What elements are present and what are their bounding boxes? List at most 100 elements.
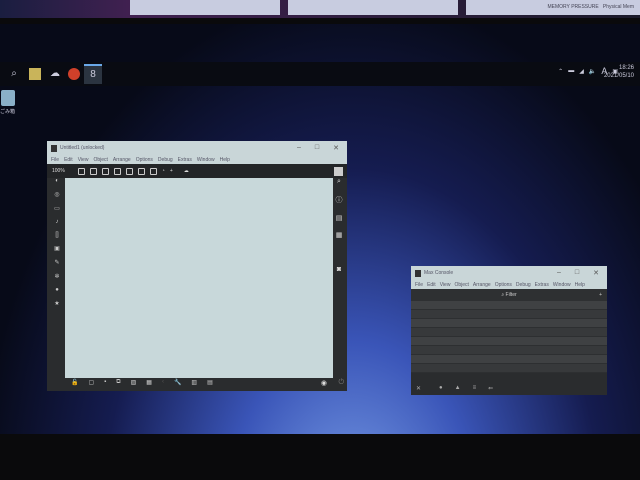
menu-object[interactable]: Object (93, 157, 107, 163)
menu-object[interactable]: Object (454, 282, 468, 288)
layers-icon[interactable]: ▨ (131, 379, 137, 386)
back-icon[interactable]: ‹ (162, 379, 164, 385)
file-explorer-icon[interactable] (29, 68, 41, 80)
menu-view[interactable]: View (78, 157, 89, 163)
console-row (411, 337, 607, 346)
number-icon[interactable] (137, 167, 145, 175)
menu-file[interactable]: File (51, 157, 59, 163)
patcher-titlebar[interactable]: Untitled1 (unlocked) – □ ✕ (47, 141, 347, 155)
package-icon[interactable]: ▣ (54, 245, 60, 252)
patcher-options-icon[interactable] (334, 166, 343, 176)
date: 2021/05/10 (603, 73, 634, 79)
max-icon[interactable]: 8 (84, 64, 102, 84)
menu-file[interactable]: File (415, 282, 423, 288)
add-icon[interactable]: + (599, 292, 602, 298)
maximize-button[interactable]: □ (315, 144, 319, 152)
wrench-icon[interactable]: 🔧 (174, 379, 181, 386)
clear-icon[interactable]: ✕ (416, 385, 421, 392)
bottom-toolbar: 🔓 ▢ ▪ ⧉ ▨ ▦ ‹ 🔧 ▥ ▤ (71, 375, 213, 389)
piano-icon[interactable]: ▥ (191, 379, 197, 386)
menu-help[interactable]: Help (220, 157, 230, 163)
zoom-level[interactable]: 100% (52, 168, 65, 174)
minimize-button[interactable]: – (297, 144, 301, 152)
volume-icon[interactable]: 🔈 (589, 68, 596, 75)
menu-edit[interactable]: Edit (64, 157, 73, 163)
clock-icon[interactable]: ● (55, 287, 59, 293)
menu-arrange[interactable]: Arrange (473, 282, 491, 288)
grid-icon[interactable]: ▦ (336, 231, 343, 239)
cloud-icon[interactable]: ☁ (184, 168, 189, 174)
console-titlebar[interactable]: Max Console – □ ✕ (411, 266, 607, 280)
patcher-canvas[interactable] (65, 178, 333, 378)
console-row (411, 328, 607, 337)
toggle-icon[interactable] (125, 167, 133, 175)
menu-help[interactable]: Help (575, 282, 585, 288)
menu-window[interactable]: Window (553, 282, 571, 288)
lock-icon[interactable]: ◐ (55, 178, 59, 184)
window-title: Untitled1 (unlocked) (60, 145, 105, 151)
filter-input[interactable]: ⌕ Filter + (411, 289, 607, 301)
menu-view[interactable]: View (440, 282, 451, 288)
dial-icon[interactable]: ◔ (162, 168, 165, 174)
maximize-button[interactable]: □ (575, 269, 579, 277)
presentation-icon[interactable]: ▢ (88, 379, 94, 386)
grid-icon[interactable]: ▦ (146, 379, 152, 386)
menu-debug[interactable]: Debug (158, 157, 173, 163)
clock[interactable]: 18:26 2021/05/10 (604, 64, 634, 80)
comment-icon[interactable]: ▪ (104, 379, 106, 385)
button-icon[interactable] (113, 167, 121, 175)
paperclip-icon[interactable]: ✎ (54, 259, 59, 266)
folder-icon[interactable]: ▬ (568, 68, 574, 74)
menu-edit[interactable]: Edit (427, 282, 436, 288)
power-icon[interactable]: ⏻ (338, 379, 344, 387)
slider-icon[interactable] (149, 167, 157, 175)
max-console-window: Max Console – □ ✕ File Edit View Object Arrang… (411, 266, 607, 395)
max-logo-icon (51, 144, 57, 152)
close-button[interactable]: ✕ (333, 144, 339, 152)
time: 18:26 (618, 65, 634, 71)
comment-icon[interactable] (101, 167, 109, 175)
close-button[interactable]: ✕ (593, 269, 599, 277)
recycle-bin-label: ごみ箱 (0, 109, 16, 115)
new-object-icon[interactable] (77, 167, 85, 175)
audio-on-icon[interactable]: ◉ (321, 379, 327, 387)
bg-window (288, 0, 458, 15)
camera-icon[interactable]: ◙ (337, 266, 341, 273)
windows-icon[interactable]: ⧉ (116, 379, 120, 386)
search-icon[interactable]: ⌕ (8, 68, 20, 80)
filter-placeholder: Filter (505, 292, 517, 298)
target-icon[interactable]: ◎ (54, 191, 59, 198)
rect-icon[interactable]: ▭ (54, 205, 60, 212)
firefox-icon[interactable] (68, 68, 80, 80)
bracket-icon[interactable]: [] (55, 232, 58, 238)
list-icon[interactable]: ▤ (336, 214, 343, 222)
error-icon[interactable]: ● (439, 385, 443, 391)
arrow-icon[interactable]: ⇐ (488, 385, 493, 392)
mixer-icon[interactable]: ▤ (207, 379, 213, 386)
minimize-button[interactable]: – (557, 269, 561, 277)
add-icon[interactable]: + (170, 168, 173, 174)
gear-icon[interactable]: ✲ (54, 273, 59, 280)
message-icon[interactable] (89, 167, 97, 175)
recycle-bin-icon[interactable] (1, 90, 15, 106)
wifi-icon[interactable]: ◢ (579, 68, 584, 75)
network-icon[interactable]: ☁ (49, 68, 61, 80)
console-row (411, 346, 607, 355)
star-icon[interactable]: ★ (54, 300, 59, 307)
menu-options[interactable]: Options (136, 157, 153, 163)
menu-window[interactable]: Window (197, 157, 215, 163)
menu-arrange[interactable]: Arrange (113, 157, 131, 163)
menu-extras[interactable]: Extras (178, 157, 192, 163)
lock-toggle-icon[interactable]: 🔓 (71, 379, 78, 386)
note-icon[interactable]: ♪ (56, 219, 59, 225)
menu-debug[interactable]: Debug (516, 282, 531, 288)
bg-window (130, 0, 280, 15)
warning-icon[interactable]: ▲ (455, 385, 461, 391)
info-icon[interactable]: ⓘ (336, 195, 343, 205)
console-rows (411, 301, 607, 373)
chevron-up-icon[interactable]: ⌃ (558, 68, 563, 75)
menu-extras[interactable]: Extras (535, 282, 549, 288)
search-icon[interactable]: ⌕ (337, 178, 341, 186)
menu-options[interactable]: Options (495, 282, 512, 288)
menu-icon[interactable]: ≡ (473, 385, 477, 391)
